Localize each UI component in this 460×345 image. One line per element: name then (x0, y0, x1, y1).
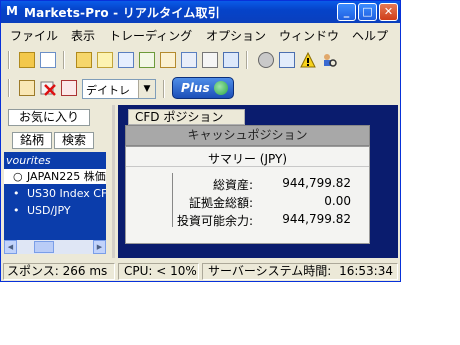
cash-position-header[interactable]: キャッシュポジション (125, 125, 370, 146)
close-button[interactable]: ✕ (379, 3, 398, 21)
scroll-thumb[interactable] (34, 241, 54, 253)
bullet-icon: ○ (13, 170, 23, 183)
buying-power-label: 投資可能余力: (176, 214, 253, 228)
splitter[interactable] (112, 105, 115, 258)
list-icon[interactable] (181, 52, 197, 68)
margin-total-value: 0.00 (324, 194, 351, 208)
list-item[interactable]: • US30 Index CF (4, 186, 106, 201)
divider (126, 166, 369, 167)
envelope-icon[interactable] (40, 52, 56, 68)
toolbar-separator (8, 79, 10, 97)
margin-total-label: 証拠金総額: (188, 196, 253, 210)
order-delete-icon[interactable] (40, 80, 56, 96)
list-item-label: USD/JPY (27, 204, 71, 217)
buying-power-row: 投資可能余力: 944,799.82 (168, 212, 358, 228)
user-search-icon[interactable] (321, 52, 337, 68)
bullet-icon: • (13, 187, 20, 200)
folder-icon[interactable] (76, 52, 92, 68)
panel-icon[interactable] (118, 52, 134, 68)
window-icon[interactable] (97, 52, 113, 68)
response-time-status: スポンス: 266 ms (3, 263, 115, 280)
toolbar-separator (163, 80, 165, 98)
total-assets-row: 総資産: 944,799.82 (168, 176, 358, 192)
globe-icon (214, 81, 228, 95)
chevron-down-icon[interactable]: ▼ (138, 80, 155, 98)
buying-power-value: 944,799.82 (282, 212, 351, 226)
list-item[interactable]: • USD/JPY (4, 203, 106, 218)
tab-symbols[interactable]: 銘柄 (12, 132, 52, 149)
export-icon[interactable] (223, 52, 239, 68)
plus-button[interactable]: Plus (172, 77, 234, 99)
table-icon[interactable] (160, 52, 176, 68)
menu-window[interactable]: ウィンドウ (279, 27, 339, 44)
total-assets-value: 944,799.82 (282, 176, 351, 190)
report-icon[interactable] (202, 52, 218, 68)
chart-icon[interactable] (139, 52, 155, 68)
trade-mode-select[interactable]: デイトレ ▼ (82, 79, 156, 99)
list-header: vourites (6, 154, 51, 167)
tab-search[interactable]: 検索 (54, 132, 94, 149)
grid-icon[interactable] (279, 52, 295, 68)
toolbar-separator (8, 51, 10, 69)
server-time-value: 16:53:34 (339, 264, 393, 278)
menu-help[interactable]: ヘルプ (352, 27, 388, 44)
order-list-icon[interactable] (61, 80, 77, 96)
app-logo-icon: M (6, 4, 18, 18)
list-item-label: JAPAN225 株価 (27, 170, 106, 183)
window-title: Markets-Pro - リアルタイム取引 (24, 6, 220, 20)
total-assets-label: 総資産: (212, 178, 253, 192)
toolbar-main (1, 49, 400, 71)
minimize-button[interactable]: _ (337, 3, 356, 21)
folder-open-icon[interactable] (19, 52, 35, 68)
bullet-icon: • (13, 204, 20, 217)
favorites-list: vourites ○ JAPAN225 株価 • US30 Index CF •… (4, 152, 106, 240)
list-item-label: US30 Index CF (27, 187, 106, 200)
menu-trading[interactable]: トレーディング (109, 27, 192, 44)
menu-bar: ファイル 表示 トレーディング オプション ウィンドウ ヘルプ (1, 25, 400, 45)
cpu-status: CPU: < 10% (118, 263, 199, 280)
server-time-label: サーバーシステム時間: (208, 264, 332, 278)
title-bar[interactable]: M Markets-Pro - リアルタイム取引 _ □ ✕ (1, 1, 400, 23)
order-add-icon[interactable] (19, 80, 35, 96)
application-window: M Markets-Pro - リアルタイム取引 _ □ ✕ ファイル 表示 ト… (0, 0, 401, 282)
server-time-status: サーバーシステム時間: 16:53:34 (202, 263, 398, 280)
scroll-right-icon[interactable]: ▶ (93, 240, 106, 254)
maximize-button[interactable]: □ (358, 3, 377, 21)
menu-options[interactable]: オプション (206, 27, 266, 44)
summary-panel: サマリー (JPY) 総資産: 944,799.82 証拠金総額: 0.00 投… (125, 146, 370, 244)
horizontal-scrollbar[interactable]: ◀ ▶ (4, 240, 106, 254)
toolbar-separator (246, 51, 248, 69)
summary-title: サマリー (JPY) (207, 152, 288, 166)
warning-icon[interactable] (300, 51, 316, 68)
scroll-left-icon[interactable]: ◀ (4, 240, 17, 254)
phone-icon[interactable] (258, 52, 274, 68)
menu-file[interactable]: ファイル (10, 27, 58, 44)
margin-total-row: 証拠金総額: 0.00 (168, 194, 358, 210)
tab-favorites[interactable]: お気に入り (8, 109, 90, 126)
trade-mode-value: デイトレ (86, 84, 130, 97)
tab-cfd-positions[interactable]: CFD ポジション (128, 109, 245, 125)
toolbar-separator (63, 51, 65, 69)
status-bar: スポンス: 266 ms CPU: < 10% サーバーシステム時間: 16:5… (1, 261, 400, 281)
menu-view[interactable]: 表示 (71, 27, 95, 44)
plus-button-label: Plus (181, 81, 210, 95)
list-item[interactable]: ○ JAPAN225 株価 (4, 169, 106, 184)
